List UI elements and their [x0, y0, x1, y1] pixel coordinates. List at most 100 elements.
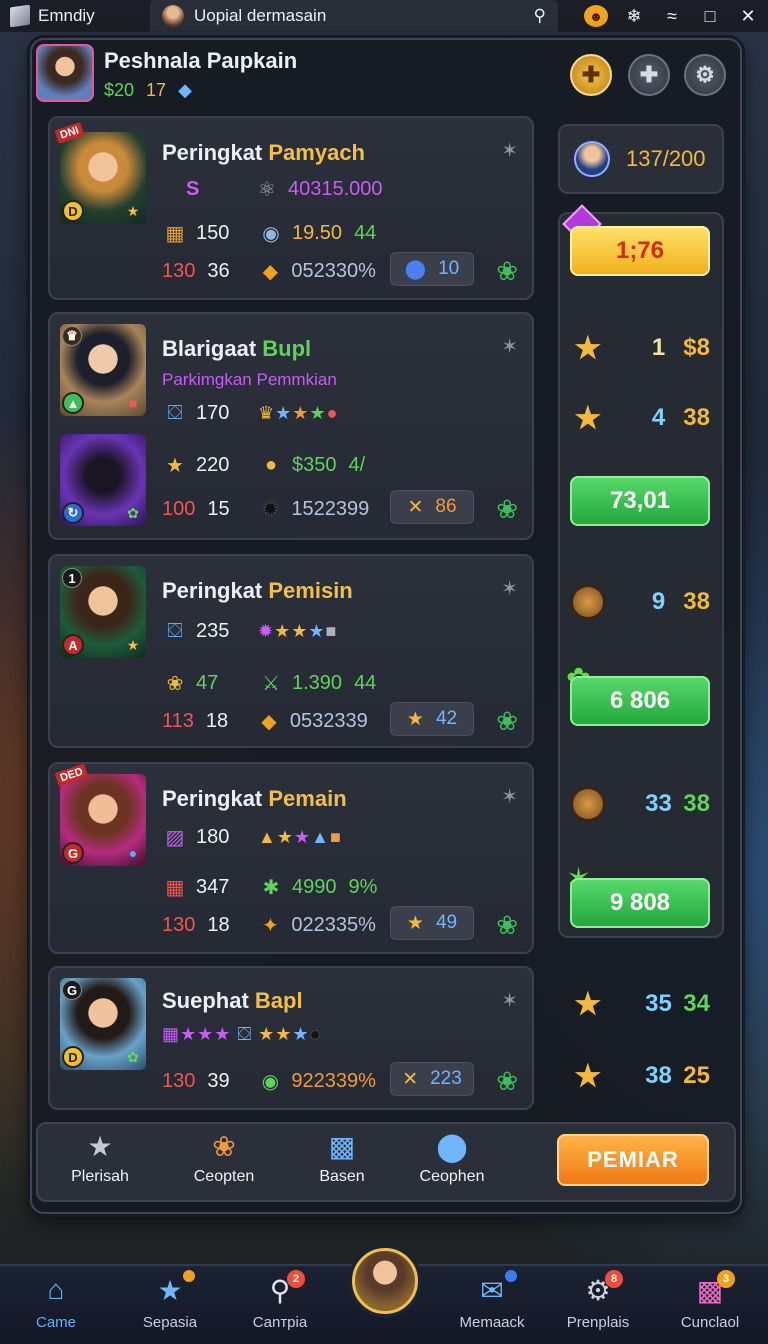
card-title-highlight: Pemisin: [268, 578, 353, 603]
card-row-sub: S ⚛ 40315.000: [186, 176, 383, 202]
pin-icon[interactable]: ✶: [501, 576, 518, 601]
nav-home[interactable]: ⌂ Came: [6, 1274, 106, 1331]
clover-icon[interactable]: ❀: [496, 706, 518, 737]
nav-campia[interactable]: ⚲ 2 Canтpia: [230, 1270, 330, 1331]
card-row-2: ▦ 347 ✱ 4990 9%: [162, 874, 378, 900]
pin-icon[interactable]: ✶: [501, 988, 518, 1013]
leaf-icon: ✿: [127, 1048, 139, 1065]
star-chip[interactable]: ★ 42: [390, 702, 474, 736]
nav-sepasia[interactable]: ★ Sepasia: [120, 1270, 220, 1331]
player-card-5[interactable]: G D ✿ Suephat Bapl ✶ ▦★★★ ⛋ ★★★● 130 39 …: [48, 966, 534, 1110]
tab-title: Uopial dermasain: [194, 6, 327, 25]
hero-counter[interactable]: 137/200: [558, 124, 724, 194]
swords-chip[interactable]: ✕ 223: [390, 1062, 474, 1096]
stat-value: 19.50: [292, 221, 343, 244]
player-card-1[interactable]: DNI D ★ Peringkat Pamyach ✶ S ⚛ 40315.00…: [48, 116, 534, 300]
player-name: Peshnala Paıpkain: [104, 48, 298, 73]
star-chip[interactable]: ★ 49: [390, 906, 474, 940]
stat-value: $8: [683, 334, 710, 361]
card-portrait: ♛ ▲ ■: [60, 324, 146, 416]
player-card-3[interactable]: 1 A ★ Peringkat Pemisin ✶ ⛋ 235 ✹★★★■ ❀ …: [48, 554, 534, 748]
nav-label: Came: [35, 1314, 76, 1331]
nav-memaack[interactable]: ✉ Memaack: [442, 1270, 542, 1331]
center-hero-avatar[interactable]: [352, 1248, 418, 1314]
clover-icon[interactable]: ❀: [496, 1066, 518, 1097]
stat-value: 1522399: [291, 497, 370, 520]
cube-icon: [10, 4, 30, 28]
clover-icon[interactable]: ❀: [496, 494, 518, 525]
action-ceophen[interactable]: ⬤ Ceophen: [402, 1130, 502, 1186]
stat-value: 38: [683, 790, 710, 817]
action-ceopten[interactable]: ❀ Ceopten: [174, 1130, 274, 1186]
hero-stars-icon: ✹★★★■: [258, 620, 338, 641]
stat-value: 4: [651, 404, 666, 431]
player-header: Peshnala Paıpkain $20 17 ◆: [36, 44, 297, 102]
power-value: 40315.000: [288, 177, 383, 200]
diamond-icon: ◆: [178, 80, 192, 100]
pin-icon[interactable]: ✶: [501, 334, 518, 359]
stat-value: 1: [651, 334, 666, 361]
search-icon[interactable]: ⚲: [534, 6, 546, 26]
puzzle-button[interactable]: ✚: [628, 54, 670, 96]
inbox-icon: ✉: [475, 1270, 517, 1310]
leaf-icon: ✱: [262, 876, 280, 899]
card-row-2: ❀ 47 ⚔ 1.390 44: [162, 670, 377, 696]
player-card-2[interactable]: ♛ ▲ ■ ↻ ✿ Blarigaat Bupl Parkimgkan Pemm…: [48, 312, 534, 540]
player-avatar[interactable]: [36, 44, 94, 102]
app-label[interactable]: Emndiy: [0, 4, 150, 28]
orb-chip[interactable]: ⬤ 10: [390, 252, 474, 286]
player-card-4[interactable]: DED G ● Peringkat Pemain ✶ ▨ 180 ▲★★▲■ ▦…: [48, 762, 534, 954]
star-icon: ★: [574, 1059, 602, 1093]
hero-stars-icon: ▲★★▲■: [258, 826, 342, 847]
crate-icon: ▩: [328, 1131, 356, 1162]
water-icon: ●: [128, 845, 138, 861]
card-row-1: ▦★★★ ⛋ ★★★●: [162, 1024, 321, 1045]
cookie-icon: [570, 584, 606, 620]
add-button[interactable]: ✚: [570, 54, 612, 96]
pin-icon[interactable]: ✶: [501, 784, 518, 809]
stat-value: 922339%: [291, 1069, 376, 1092]
stat-value: 1.390: [292, 671, 343, 694]
maximize-icon[interactable]: □: [698, 6, 722, 27]
pin-icon[interactable]: ✶: [501, 138, 518, 163]
stat-value: 180: [196, 825, 230, 848]
action-basen[interactable]: ▩ Basen: [292, 1130, 392, 1186]
clover-icon[interactable]: ❀: [496, 910, 518, 941]
settings-icon[interactable]: ❄: [622, 6, 646, 27]
rank-badge-icon: D: [62, 200, 84, 222]
green-reward-button-2[interactable]: 6 806: [570, 676, 710, 726]
nav-cunclaol[interactable]: ▩ 3 Cunclaol: [660, 1270, 760, 1331]
card-title-prefix: Peringkat: [162, 140, 269, 165]
helmet-icon: ◉: [262, 222, 280, 245]
card-row-2: 130 39 ◉ 922339%: [162, 1068, 376, 1094]
green-reward-button-1[interactable]: 73,01: [570, 476, 710, 526]
swords-chip[interactable]: ✕ 86: [390, 490, 474, 524]
armor-icon: ▦: [165, 222, 185, 245]
reward-stat-2: ★ 4 38: [570, 400, 710, 436]
stat-value: 47: [196, 671, 219, 694]
clover-icon[interactable]: ❀: [496, 256, 518, 287]
notification-icon[interactable]: ☻: [584, 5, 608, 27]
chip-value: 86: [435, 496, 457, 517]
card-title-prefix: Blarigaat: [162, 336, 263, 361]
portrait-badge: DNI: [54, 122, 85, 144]
notification-badge: [183, 1270, 195, 1282]
action-plerisah[interactable]: ★ Plerisah: [50, 1130, 150, 1186]
stat-value: 39: [207, 1069, 230, 1092]
primary-action-button[interactable]: PEMIAR: [557, 1134, 709, 1186]
green-reward-button-3[interactable]: 9 808: [570, 878, 710, 928]
nav-prenplais[interactable]: ⚙ 8 Prenplais: [548, 1270, 648, 1331]
star-icon: ★: [406, 708, 424, 730]
yellow-reward-button[interactable]: 1;76: [570, 226, 710, 276]
card-title-prefix: Peringkat: [162, 786, 269, 811]
wifi-icon[interactable]: ≈: [660, 6, 684, 27]
card-title-highlight: Bapl: [254, 988, 303, 1013]
stat-value: 100: [162, 497, 196, 520]
star-badge-icon: ★: [87, 1131, 113, 1162]
close-icon[interactable]: ✕: [736, 6, 760, 27]
card-row-2: 130 36 ◆ 052330%: [162, 258, 376, 284]
browser-tab[interactable]: Uopial dermasain ⚲: [150, 0, 558, 32]
card-title-highlight: Pamyach: [268, 140, 365, 165]
settings-button[interactable]: ⚙: [684, 54, 726, 96]
rank-letter: S: [186, 177, 200, 200]
